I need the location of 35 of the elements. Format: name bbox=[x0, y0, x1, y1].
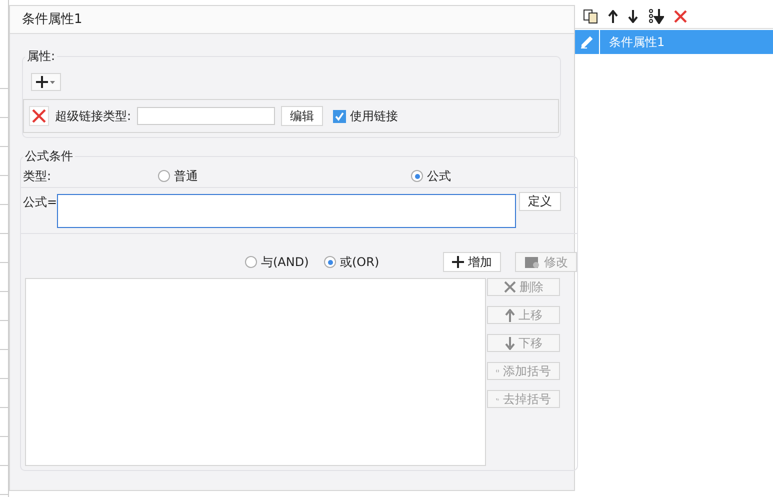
radio-label: 与(AND) bbox=[261, 254, 309, 270]
window-title: 条件属性1 bbox=[10, 6, 574, 34]
group-title: 公式条件 bbox=[24, 148, 74, 165]
copy-icon[interactable] bbox=[583, 9, 598, 24]
close-icon bbox=[504, 281, 516, 293]
radio-button[interactable] bbox=[245, 256, 257, 268]
field-label: 公式= bbox=[23, 194, 58, 211]
list-item[interactable]: 条件属性1 bbox=[575, 30, 773, 54]
define-button[interactable]: 定义 bbox=[519, 192, 562, 211]
checkbox-label: 使用链接 bbox=[350, 108, 398, 124]
item-label: 条件属性1 bbox=[608, 34, 665, 50]
radio-label: 公式 bbox=[427, 168, 451, 184]
radio-label: 普通 bbox=[174, 168, 198, 184]
radio-label: 或(OR) bbox=[340, 254, 380, 270]
group-title: 属性: bbox=[26, 48, 56, 65]
delete-button[interactable] bbox=[29, 106, 49, 126]
formula-input-field[interactable] bbox=[57, 194, 516, 228]
arrow-down-icon bbox=[504, 336, 514, 350]
arrow-up-icon bbox=[504, 308, 514, 322]
radio-button[interactable] bbox=[324, 256, 336, 268]
arrow-up-icon[interactable] bbox=[608, 10, 618, 23]
checkbox[interactable] bbox=[333, 110, 346, 122]
radio-button[interactable] bbox=[158, 170, 170, 182]
input-field[interactable] bbox=[137, 107, 276, 125]
move-bottom-icon[interactable] bbox=[648, 9, 664, 24]
arrow-down-icon[interactable] bbox=[628, 10, 638, 23]
radio-button[interactable] bbox=[411, 170, 423, 182]
field-label: 超级链接类型: bbox=[55, 108, 132, 124]
plus-icon bbox=[452, 256, 464, 268]
add-dropdown-button[interactable] bbox=[31, 73, 61, 91]
pencil-icon bbox=[580, 35, 594, 49]
edit-button[interactable]: 编辑 bbox=[281, 106, 324, 126]
add-button[interactable]: 增加 bbox=[443, 252, 502, 272]
close-icon[interactable] bbox=[674, 10, 687, 23]
field-label: 类型: bbox=[23, 168, 52, 184]
